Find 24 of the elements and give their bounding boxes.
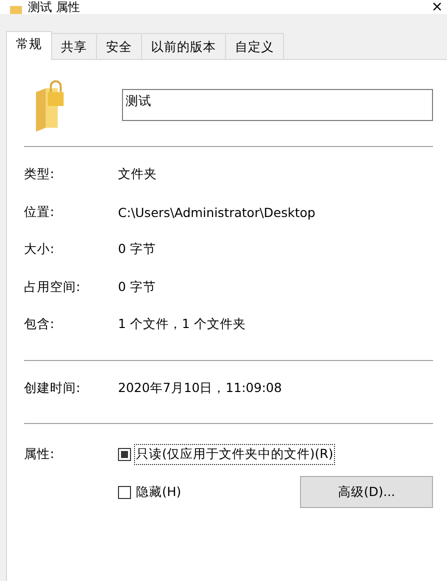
- tab[interactable]: 常规: [6, 31, 52, 60]
- field-value: 0 字节: [118, 278, 156, 296]
- checkbox[interactable]: [118, 448, 131, 461]
- field-label: 包含:: [24, 316, 56, 334]
- field-value: C:\Users\Administrator\Desktop: [118, 204, 316, 220]
- field-value: 1 个文件，1 个文件夹: [118, 316, 246, 334]
- tab[interactable]: 自定义: [225, 33, 284, 59]
- checkbox-label[interactable]: 隐藏(H): [134, 482, 184, 502]
- field-value: 文件夹: [118, 166, 157, 184]
- field-label: 类型:: [24, 166, 56, 184]
- folder-icon: [10, 6, 22, 14]
- close-button[interactable]: ×: [431, 0, 447, 14]
- field-label: 大小:: [24, 241, 56, 258]
- advanced-button[interactable]: 高级(D)...: [300, 476, 433, 508]
- field-label: 创建时间:: [24, 380, 82, 397]
- field-value: 2020年7月10日，11:09:08: [118, 380, 282, 397]
- name-field[interactable]: 测试: [122, 89, 433, 121]
- checkbox[interactable]: [118, 486, 131, 498]
- field-label: 位置:: [24, 204, 56, 221]
- field-label: 属性:: [24, 446, 56, 463]
- window-title: 测试 属性: [28, 1, 80, 14]
- checkbox-label[interactable]: 只读(仅应用于文件夹中的文件)(R): [134, 444, 336, 465]
- field-value: 0 字节: [118, 241, 156, 258]
- field-label: 占用空间:: [24, 278, 82, 296]
